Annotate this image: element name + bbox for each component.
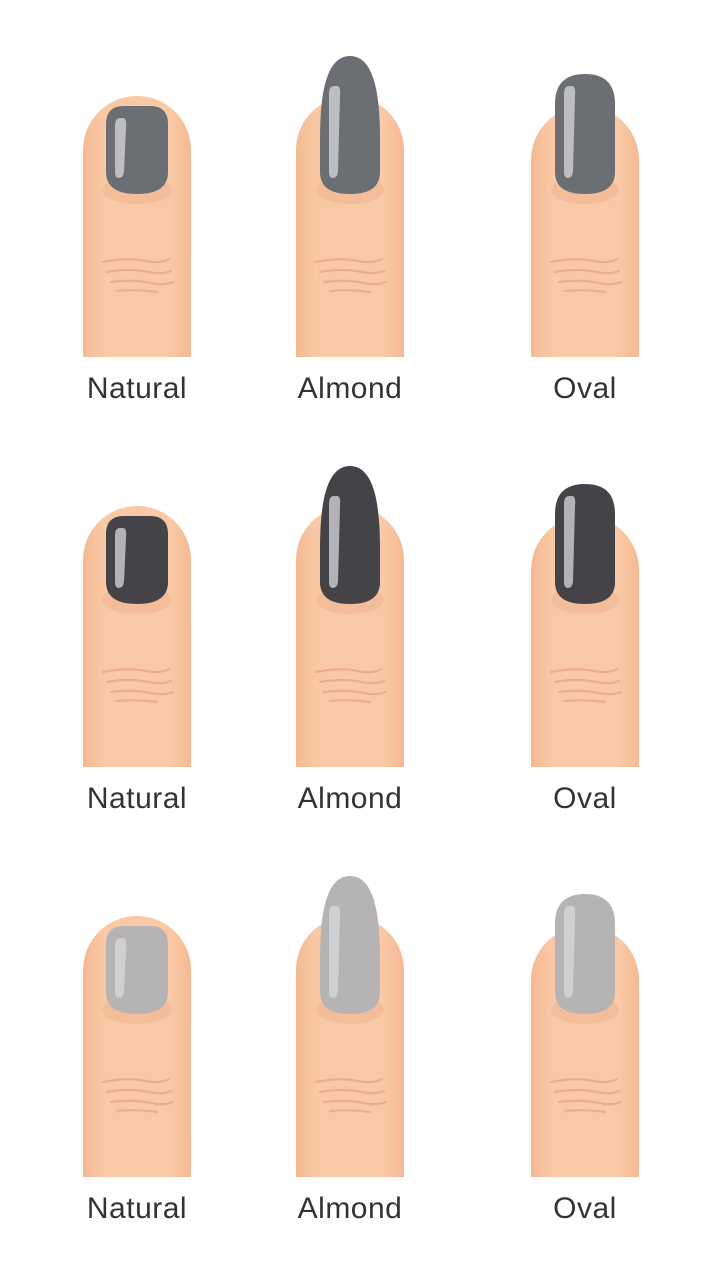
nail-figure-natural	[83, 506, 191, 767]
nail-shape-label: Almond	[297, 1192, 403, 1225]
nail-shape-label: Natural	[86, 782, 188, 815]
nail-shape-label: Almond	[297, 782, 403, 815]
nail-shape-label: Almond	[297, 372, 403, 405]
nail-figure-oval	[531, 74, 639, 357]
nail-shape-label: Oval	[553, 782, 617, 815]
nail-shape-label: Oval	[553, 372, 617, 405]
nail-figure-natural	[83, 916, 191, 1177]
nail-shape-label: Natural	[86, 372, 188, 405]
nail-shape-label: Oval	[553, 1192, 617, 1225]
nail-figure-natural	[83, 96, 191, 357]
nail-figure-oval	[531, 894, 639, 1177]
nail-figure-almond	[296, 876, 404, 1177]
nail-shapes-chart	[83, 56, 639, 1177]
nail-figure-almond	[296, 56, 404, 357]
nail-shape-label: Natural	[86, 1192, 188, 1225]
nail-figure-almond	[296, 466, 404, 767]
nail-figure-oval	[531, 484, 639, 767]
